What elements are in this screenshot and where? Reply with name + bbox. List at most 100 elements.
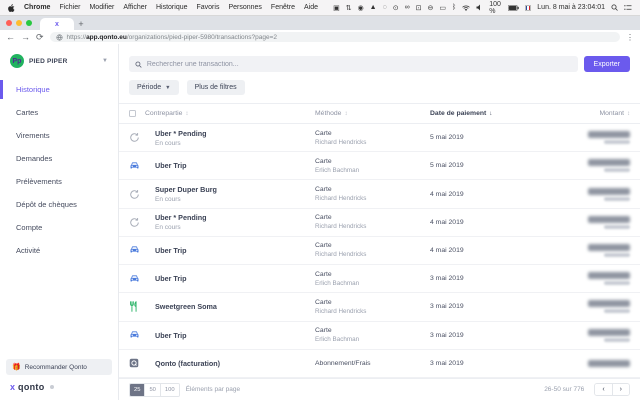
export-button[interactable]: Exporter bbox=[583, 56, 630, 72]
table-row[interactable]: Uber Trip Carte Erlich Bachman 3 mai 2019 bbox=[119, 321, 640, 350]
menu-fenetre[interactable]: Fenêtre bbox=[271, 4, 295, 11]
browser-tab[interactable]: x bbox=[40, 18, 74, 30]
method-holder: Richard Hendricks bbox=[315, 223, 367, 231]
sort-desc-icon: ↓ bbox=[489, 110, 493, 117]
menu-chrome[interactable]: Chrome bbox=[24, 4, 50, 11]
table-row[interactable]: Uber Trip Carte Erlich Bachman 5 mai 2019 bbox=[119, 152, 640, 181]
recommend-qonto-button[interactable]: 🎁 Recommander Qonto bbox=[6, 359, 112, 375]
table-row[interactable]: Uber * Pending En cours Carte Richard Hendr… bbox=[119, 208, 640, 237]
amount-blur bbox=[588, 359, 630, 367]
header-counterparty[interactable]: Contrepartie ↕ bbox=[145, 110, 315, 117]
method: Carte bbox=[315, 242, 332, 250]
status-icon[interactable]: ⊙ bbox=[393, 4, 399, 12]
counterparty-name: Uber Trip bbox=[155, 330, 187, 340]
periode-filter-button[interactable]: Période ▼ bbox=[129, 80, 179, 95]
minimize-window-button[interactable] bbox=[16, 20, 22, 26]
status-icon[interactable]: ▲ bbox=[370, 4, 377, 11]
sort-icon: ↕ bbox=[627, 110, 630, 117]
page-size-100[interactable]: 100 bbox=[160, 383, 179, 396]
search-row: Exporter bbox=[119, 44, 640, 78]
pending-icon bbox=[129, 189, 155, 200]
new-tab-button[interactable]: + bbox=[74, 18, 88, 30]
pagination-range: 26-50 sur 776 bbox=[544, 386, 585, 393]
amount-sub-blur bbox=[604, 168, 630, 173]
payment-date: 4 mai 2019 bbox=[430, 190, 464, 198]
status-icon[interactable]: ⊖ bbox=[428, 4, 434, 12]
header-amount[interactable]: Montant ↕ bbox=[535, 110, 630, 117]
zoom-window-button[interactable] bbox=[26, 20, 32, 26]
header-method[interactable]: Méthode ↕ bbox=[315, 110, 430, 117]
pending-icon bbox=[129, 132, 155, 143]
select-all-checkbox[interactable] bbox=[129, 110, 136, 117]
close-window-button[interactable] bbox=[6, 20, 12, 26]
status-icon[interactable]: ⇅ bbox=[346, 4, 352, 12]
forward-button[interactable]: → bbox=[21, 32, 30, 42]
browser-toolbar: ← → ⟳ https://app.qonto.eu/organizations… bbox=[0, 30, 640, 44]
status-icons[interactable]: ▣ ⇅ ◉ ▲ ◌ ⊙ ∞ ⊡ ⊖ ▭ ᛒ bbox=[327, 4, 456, 12]
macos-menubar: Chrome Fichier Modifier Afficher Histori… bbox=[0, 0, 640, 16]
status-icon[interactable]: ⊡ bbox=[416, 4, 422, 12]
sidebar-item-historique[interactable]: Historique bbox=[0, 78, 118, 101]
status-icon[interactable]: ᛒ bbox=[452, 4, 456, 11]
method: Carte bbox=[315, 186, 332, 194]
method-holder: Richard Hendricks bbox=[315, 307, 367, 315]
status-icon[interactable]: ▭ bbox=[439, 4, 446, 12]
apple-menu-icon[interactable] bbox=[8, 3, 15, 12]
status-icon[interactable]: ▣ bbox=[333, 4, 340, 12]
spotlight-search-icon[interactable] bbox=[611, 4, 618, 11]
sidebar-item-cartes[interactable]: Cartes bbox=[0, 101, 118, 124]
sidebar-item-compte[interactable]: Compte bbox=[0, 216, 118, 239]
prev-page-button[interactable]: ‹ bbox=[595, 384, 613, 395]
method-holder: Erlich Bachman bbox=[315, 336, 360, 344]
page-size-25[interactable]: 25 bbox=[130, 383, 146, 396]
menu-fichier[interactable]: Fichier bbox=[59, 4, 80, 11]
counterparty-name: Uber * Pending bbox=[155, 128, 207, 138]
organization-switcher[interactable]: Pp PIED PIPER ▼ bbox=[0, 54, 118, 78]
table-body: Uber * Pending En cours Carte Richard Hendr… bbox=[119, 124, 640, 378]
sidebar-item-activit-[interactable]: Activité bbox=[0, 239, 118, 262]
status-icon[interactable]: ◌ bbox=[383, 4, 387, 11]
payment-date: 3 mai 2019 bbox=[430, 331, 464, 339]
window-controls[interactable] bbox=[6, 20, 32, 26]
page-size-selector[interactable]: 25 50 100 bbox=[129, 382, 180, 397]
sidebar-item-d-p-t-de-ch-ques[interactable]: Dépôt de chèques bbox=[0, 193, 118, 216]
wifi-icon[interactable] bbox=[462, 4, 471, 11]
table-row[interactable]: Sweetgreen Soma Carte Richard Hendricks 3 m… bbox=[119, 293, 640, 322]
sidebar-item-demandes[interactable]: Demandes bbox=[0, 147, 118, 170]
sidebar-item-pr-l-vements[interactable]: Prélèvements bbox=[0, 170, 118, 193]
menu-favoris[interactable]: Favoris bbox=[197, 4, 220, 11]
amount-blur bbox=[588, 243, 630, 251]
menu-personnes[interactable]: Personnes bbox=[228, 4, 261, 11]
header-payment-date[interactable]: Date de paiement ↓ bbox=[430, 110, 535, 117]
menubar-clock[interactable]: Lun. 8 mai à 23:04:01 bbox=[537, 4, 605, 11]
table-row[interactable]: Super Duper Burg En cours Carte Richard Hen… bbox=[119, 180, 640, 209]
search-input[interactable] bbox=[146, 60, 572, 68]
table-row[interactable]: Uber * Pending En cours Carte Richard Hendr… bbox=[119, 124, 640, 153]
status-icon[interactable]: ∞ bbox=[405, 4, 410, 11]
address-bar[interactable]: https://app.qonto.eu/organizations/pied-… bbox=[49, 32, 620, 42]
status-icon[interactable]: ◉ bbox=[358, 4, 364, 12]
notification-center-icon[interactable] bbox=[624, 4, 632, 11]
method: Carte bbox=[315, 214, 332, 222]
back-button[interactable]: ← bbox=[6, 32, 15, 42]
browser-menu-icon[interactable]: ⋮ bbox=[626, 33, 634, 42]
table-row[interactable]: Uber Trip Carte Erlich Bachman 3 mai 2019 bbox=[119, 265, 640, 294]
keyboard-layout-flag-fr-icon[interactable] bbox=[524, 4, 532, 11]
more-filters-button[interactable]: Plus de filtres bbox=[186, 80, 245, 95]
search-box[interactable] bbox=[129, 56, 578, 72]
menu-historique[interactable]: Historique bbox=[156, 4, 188, 11]
table-row[interactable]: Qonto (facturation) Abonnement/Frais 3 mai… bbox=[119, 349, 640, 378]
next-page-button[interactable]: › bbox=[612, 384, 629, 395]
site-info-icon[interactable] bbox=[55, 33, 63, 41]
menu-modifier[interactable]: Modifier bbox=[89, 4, 114, 11]
menu-afficher[interactable]: Afficher bbox=[123, 4, 147, 11]
reload-button[interactable]: ⟳ bbox=[36, 32, 44, 42]
page-size-50[interactable]: 50 bbox=[145, 383, 161, 396]
status-text: En cours bbox=[155, 139, 181, 147]
volume-icon[interactable] bbox=[476, 4, 483, 11]
table-row[interactable]: Uber Trip Carte Richard Hendricks 4 mai 201… bbox=[119, 236, 640, 266]
sidebar-item-virements[interactable]: Virements bbox=[0, 124, 118, 147]
method: Carte bbox=[315, 270, 332, 278]
menu-aide[interactable]: Aide bbox=[304, 4, 318, 11]
payment-date: 5 mai 2019 bbox=[430, 134, 464, 142]
